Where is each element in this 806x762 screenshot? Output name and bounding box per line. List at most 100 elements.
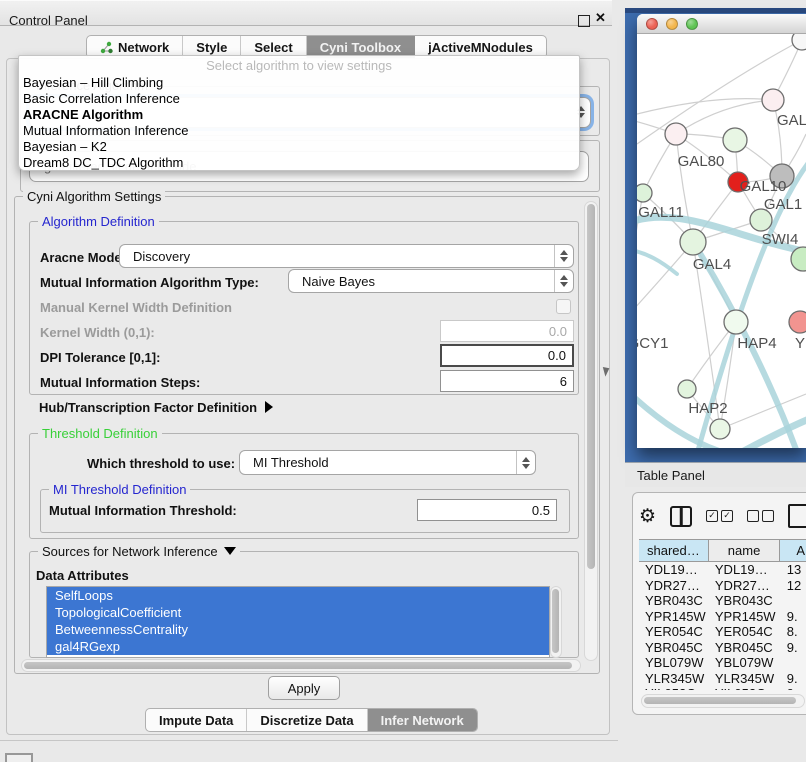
attribute-item-selected[interactable]: TopologicalCoefficient (47, 604, 549, 621)
table-row[interactable]: YLR345WYLR345W9. (639, 671, 806, 687)
minimized-panel-icon[interactable] (5, 753, 33, 762)
dropdown-item[interactable]: ARACNE Algorithm (19, 107, 579, 123)
checked-boxes-icon[interactable]: ✓✓ (706, 510, 733, 522)
table-cell: YBR043C (639, 593, 709, 609)
aracne-mode-combo[interactable]: Discovery (119, 244, 574, 268)
column-header[interactable]: A (780, 540, 806, 561)
bottom-tab-bar: Impute DataDiscretize DataInfer Network (145, 708, 478, 732)
close-traffic-light-icon[interactable] (646, 18, 658, 30)
table-cell: YER054C (709, 624, 781, 640)
aracne-mode-label: Aracne Mode: (40, 250, 126, 265)
mi-threshold-group: MI Threshold Definition Mutual Informati… (40, 489, 570, 533)
settings-horizontal-scrollbar[interactable] (21, 659, 581, 672)
gear-icon[interactable]: ⚙ (639, 507, 656, 526)
column-header[interactable]: name (709, 540, 781, 561)
table-cell (781, 593, 806, 609)
table-row[interactable]: YDR27…YDR27…12 (639, 578, 806, 594)
network-edge (637, 99, 773, 114)
table-cell: YBR043C (709, 593, 781, 609)
table-cell: YIL052C (709, 686, 781, 690)
dropdown-item[interactable]: Bayesian – K2 (19, 139, 579, 155)
attribute-item-selected[interactable]: BetweennessCentrality (47, 621, 549, 638)
network-node (665, 123, 687, 145)
table-cell: 9. (781, 671, 806, 687)
minimize-traffic-light-icon[interactable] (666, 18, 678, 30)
application-root: Control Panel ✕ NetworkStyleSelectCyni T… (0, 0, 806, 762)
cyni-algorithm-settings-group: Cyni Algorithm Settings Algorithm Defini… (14, 196, 600, 674)
table-row[interactable]: YPR145WYPR145W9. (639, 609, 806, 625)
column-header[interactable]: shared… (639, 540, 709, 561)
network-node (637, 184, 652, 202)
panel-bottom-divider (0, 740, 618, 741)
dropdown-item[interactable]: Mutual Information Inference (19, 123, 579, 139)
network-node (710, 419, 730, 439)
dpi-tolerance-field[interactable]: 0.0 (440, 344, 574, 367)
dropdown-item[interactable]: Bayesian – Hill Climbing (19, 75, 579, 91)
table-row[interactable]: YBR045CYBR045C9. (639, 640, 806, 656)
dropdown-item-list: Bayesian – Hill ClimbingBasic Correlatio… (19, 75, 579, 171)
mi-type-value: Naive Bayes (302, 274, 375, 289)
mi-steps-field[interactable]: 6 (440, 370, 574, 392)
mi-type-label: Mutual Information Algorithm Type: (40, 275, 259, 290)
dpi-tolerance-label: DPI Tolerance [0,1]: (40, 350, 160, 365)
table-row[interactable]: YBL079WYBL079W (639, 655, 806, 671)
mi-threshold-value: 0.5 (532, 503, 550, 518)
close-icon[interactable]: ✕ (595, 10, 606, 26)
mi-threshold-label: Mutual Information Threshold: (49, 503, 237, 518)
tab-impute-data[interactable]: Impute Data (146, 709, 247, 731)
apply-button[interactable]: Apply (268, 676, 340, 700)
unchecked-boxes-icon[interactable] (747, 510, 774, 522)
network-node-label: Y (795, 335, 805, 352)
network-node-label: GAL11 (638, 204, 684, 221)
table-row[interactable]: YBR043CYBR043C (639, 593, 806, 609)
table-header-row[interactable]: shared…nameA (639, 539, 806, 562)
network-edge (676, 134, 693, 242)
attributes-scrollbar[interactable] (550, 586, 562, 658)
table-cell: 9. (781, 640, 806, 656)
which-threshold-combo[interactable]: MI Threshold (239, 450, 536, 475)
network-canvas[interactable]: GAL7GAL80GAL10GAL1SWI4GAL11GAL4GCY1HAP4Y… (637, 34, 806, 448)
sources-title[interactable]: Sources for Network Inference (38, 544, 240, 559)
table-cell: 9 (781, 686, 806, 690)
dropdown-item[interactable]: Dream8 DC_TDC Algorithm (19, 155, 579, 171)
mi-steps-value: 6 (560, 374, 567, 389)
table-cell: 8. (781, 624, 806, 640)
table-row[interactable]: YIL052CYIL052C9 (639, 686, 806, 690)
table-cell: 9. (781, 609, 806, 625)
network-node-label: GAL10 (740, 178, 787, 195)
settings-vertical-scrollbar[interactable] (584, 201, 598, 661)
network-node (789, 311, 806, 333)
network-graph: GAL7GAL80GAL10GAL1SWI4GAL11GAL4GCY1HAP4Y… (637, 34, 806, 448)
kernel-width-value: 0.0 (549, 324, 567, 339)
table-panel-title: Table Panel (637, 468, 705, 483)
data-attributes-list[interactable]: SelfLoopsTopologicalCoefficientBetweenne… (46, 586, 550, 658)
zoom-traffic-light-icon[interactable] (686, 18, 698, 30)
tab-infer-network[interactable]: Infer Network (368, 709, 477, 731)
algorithm-dropdown-popup: Select algorithm to view settings Bayesi… (18, 55, 580, 171)
network-window: GAL7GAL80GAL10GAL1SWI4GAL11GAL4GCY1HAP4Y… (637, 14, 806, 448)
table-row[interactable]: YER054CYER054C8. (639, 624, 806, 640)
split-panel-icon[interactable] (670, 506, 692, 527)
float-window-icon[interactable] (578, 15, 590, 27)
attribute-item-selected[interactable]: gal4RGexp (47, 638, 549, 655)
table-rows[interactable]: YDL19…YDL19…13YDR27…YDR27…12YBR043CYBR04… (639, 562, 806, 690)
attribute-item-selected[interactable]: SelfLoops (47, 587, 549, 604)
network-node (762, 89, 784, 111)
manual-kernel-label: Manual Kernel Width Definition (40, 300, 232, 315)
stepper-arrows-icon (554, 270, 573, 292)
manual-kernel-checkbox[interactable] (556, 299, 571, 314)
hub-definition-toggle[interactable]: Hub/Transcription Factor Definition (39, 399, 273, 417)
aracne-mode-value: Discovery (133, 249, 190, 264)
mi-type-combo[interactable]: Naive Bayes (288, 269, 574, 293)
document-icon[interactable] (788, 504, 806, 528)
kernel-width-field[interactable]: 0.0 (440, 320, 574, 342)
table-row[interactable]: YDL19…YDL19…13 (639, 562, 806, 578)
network-node (792, 34, 806, 50)
network-window-titlebar[interactable] (637, 14, 806, 34)
dropdown-item[interactable]: Basic Correlation Inference (19, 91, 579, 107)
tab-discretize-data[interactable]: Discretize Data (247, 709, 367, 731)
table-horizontal-scrollbar[interactable] (641, 694, 805, 708)
network-node-label: GAL4 (693, 256, 731, 273)
table-cell: YBL079W (709, 655, 781, 671)
mi-threshold-field[interactable]: 0.5 (417, 499, 557, 521)
